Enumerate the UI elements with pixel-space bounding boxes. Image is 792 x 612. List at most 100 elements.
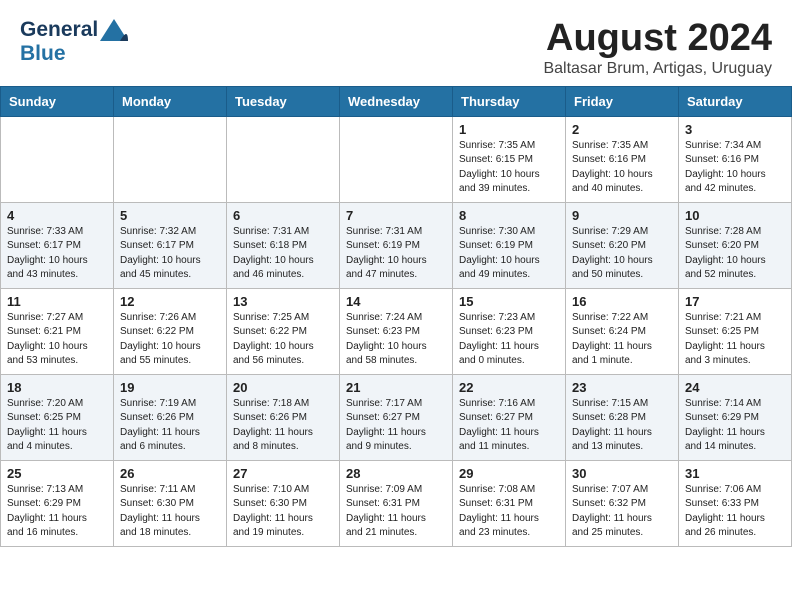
day-info: Sunrise: 7:33 AM Sunset: 6:17 PM Dayligh…	[7, 225, 107, 283]
calendar-header-row: Sunday Monday Tuesday Wednesday Thursday…	[1, 86, 792, 116]
day-info: Sunrise: 7:34 AM Sunset: 6:16 PM Dayligh…	[685, 139, 785, 197]
day-info: Sunrise: 7:08 AM Sunset: 6:31 PM Dayligh…	[459, 483, 559, 541]
day-number: 19	[120, 380, 220, 395]
day-info: Sunrise: 7:28 AM Sunset: 6:20 PM Dayligh…	[685, 225, 785, 283]
col-wednesday: Wednesday	[340, 86, 453, 116]
logo-blue-text: Blue	[20, 42, 66, 66]
table-row: 9 Sunrise: 7:29 AM Sunset: 6:20 PM Daylig…	[566, 202, 679, 288]
table-row: 18 Sunrise: 7:20 AM Sunset: 6:25 PM Dayli…	[1, 374, 114, 460]
day-info: Sunrise: 7:09 AM Sunset: 6:31 PM Dayligh…	[346, 483, 446, 541]
table-row: 25 Sunrise: 7:13 AM Sunset: 6:29 PM Dayli…	[1, 460, 114, 546]
day-number: 10	[685, 208, 785, 223]
calendar-week-row: 1Sunrise: 7:35 AM Sunset: 6:15 PM Daylig…	[1, 116, 792, 202]
col-sunday: Sunday	[1, 86, 114, 116]
logo-icon	[100, 19, 128, 41]
day-info: Sunrise: 7:25 AM Sunset: 6:22 PM Dayligh…	[233, 311, 333, 369]
day-number: 14	[346, 294, 446, 309]
table-row: 10 Sunrise: 7:28 AM Sunset: 6:20 PM Dayli…	[679, 202, 792, 288]
header: General Blue August 2024 Baltasar Brum, …	[0, 0, 792, 86]
table-row: 20 Sunrise: 7:18 AM Sunset: 6:26 PM Dayli…	[227, 374, 340, 460]
day-info: Sunrise: 7:16 AM Sunset: 6:27 PM Dayligh…	[459, 397, 559, 455]
day-number: 21	[346, 380, 446, 395]
day-info: Sunrise: 7:13 AM Sunset: 6:29 PM Dayligh…	[7, 483, 107, 541]
calendar-week-row: 4 Sunrise: 7:33 AM Sunset: 6:17 PM Daylig…	[1, 202, 792, 288]
table-row: 5 Sunrise: 7:32 AM Sunset: 6:17 PM Daylig…	[114, 202, 227, 288]
day-info: Sunrise: 7:18 AM Sunset: 6:26 PM Dayligh…	[233, 397, 333, 455]
day-number: 5	[120, 208, 220, 223]
table-row: 3 Sunrise: 7:34 AM Sunset: 6:16 PM Daylig…	[679, 116, 792, 202]
table-row: 23 Sunrise: 7:15 AM Sunset: 6:28 PM Dayli…	[566, 374, 679, 460]
day-info: Sunrise: 7:22 AM Sunset: 6:24 PM Dayligh…	[572, 311, 672, 369]
day-info: Sunrise: 7:15 AM Sunset: 6:28 PM Dayligh…	[572, 397, 672, 455]
calendar-week-row: 11 Sunrise: 7:27 AM Sunset: 6:21 PM Dayli…	[1, 288, 792, 374]
table-row: 14 Sunrise: 7:24 AM Sunset: 6:23 PM Dayli…	[340, 288, 453, 374]
table-row	[340, 116, 453, 202]
day-number: 20	[233, 380, 333, 395]
month-title: August 2024	[543, 18, 772, 60]
table-row: 17Sunrise: 7:21 AM Sunset: 6:25 PM Dayli…	[679, 288, 792, 374]
day-number: 7	[346, 208, 446, 223]
day-number: 30	[572, 466, 672, 481]
day-number: 3	[685, 122, 785, 137]
day-number: 4	[7, 208, 107, 223]
day-number: 24	[685, 380, 785, 395]
day-number: 25	[7, 466, 107, 481]
day-number: 6	[233, 208, 333, 223]
table-row: 13 Sunrise: 7:25 AM Sunset: 6:22 PM Dayli…	[227, 288, 340, 374]
day-info: Sunrise: 7:06 AM Sunset: 6:33 PM Dayligh…	[685, 483, 785, 541]
table-row: 15 Sunrise: 7:23 AM Sunset: 6:23 PM Dayli…	[453, 288, 566, 374]
table-row: 6 Sunrise: 7:31 AM Sunset: 6:18 PM Daylig…	[227, 202, 340, 288]
day-number: 28	[346, 466, 446, 481]
location-subtitle: Baltasar Brum, Artigas, Uruguay	[543, 60, 772, 78]
table-row: 7 Sunrise: 7:31 AM Sunset: 6:19 PM Daylig…	[340, 202, 453, 288]
col-thursday: Thursday	[453, 86, 566, 116]
table-row: 28 Sunrise: 7:09 AM Sunset: 6:31 PM Dayli…	[340, 460, 453, 546]
day-info: Sunrise: 7:32 AM Sunset: 6:17 PM Dayligh…	[120, 225, 220, 283]
day-number: 16	[572, 294, 672, 309]
day-info: Sunrise: 7:07 AM Sunset: 6:32 PM Dayligh…	[572, 483, 672, 541]
day-info: Sunrise: 7:20 AM Sunset: 6:25 PM Dayligh…	[7, 397, 107, 455]
col-tuesday: Tuesday	[227, 86, 340, 116]
table-row: 8 Sunrise: 7:30 AM Sunset: 6:19 PM Daylig…	[453, 202, 566, 288]
day-number: 18	[7, 380, 107, 395]
calendar-table: Sunday Monday Tuesday Wednesday Thursday…	[0, 86, 792, 547]
day-number: 11	[7, 294, 107, 309]
day-info: Sunrise: 7:17 AM Sunset: 6:27 PM Dayligh…	[346, 397, 446, 455]
table-row: 16 Sunrise: 7:22 AM Sunset: 6:24 PM Dayli…	[566, 288, 679, 374]
day-number: 8	[459, 208, 559, 223]
day-number: 23	[572, 380, 672, 395]
table-row: 21 Sunrise: 7:17 AM Sunset: 6:27 PM Dayli…	[340, 374, 453, 460]
day-info: Sunrise: 7:35 AM Sunset: 6:16 PM Dayligh…	[572, 139, 672, 197]
day-info: Sunrise: 7:24 AM Sunset: 6:23 PM Dayligh…	[346, 311, 446, 369]
day-number: 2	[572, 122, 672, 137]
day-number: 9	[572, 208, 672, 223]
table-row: 22 Sunrise: 7:16 AM Sunset: 6:27 PM Dayli…	[453, 374, 566, 460]
table-row: 31Sunrise: 7:06 AM Sunset: 6:33 PM Dayli…	[679, 460, 792, 546]
table-row: 29Sunrise: 7:08 AM Sunset: 6:31 PM Dayli…	[453, 460, 566, 546]
day-number: 13	[233, 294, 333, 309]
logo-general-text: General	[20, 18, 98, 42]
day-info: Sunrise: 7:35 AM Sunset: 6:15 PM Dayligh…	[459, 139, 559, 197]
calendar-week-row: 25 Sunrise: 7:13 AM Sunset: 6:29 PM Dayli…	[1, 460, 792, 546]
day-info: Sunrise: 7:31 AM Sunset: 6:19 PM Dayligh…	[346, 225, 446, 283]
day-info: Sunrise: 7:30 AM Sunset: 6:19 PM Dayligh…	[459, 225, 559, 283]
col-monday: Monday	[114, 86, 227, 116]
day-number: 15	[459, 294, 559, 309]
title-area: August 2024 Baltasar Brum, Artigas, Urug…	[543, 18, 772, 78]
table-row: 1Sunrise: 7:35 AM Sunset: 6:15 PM Daylig…	[453, 116, 566, 202]
day-number: 22	[459, 380, 559, 395]
day-info: Sunrise: 7:11 AM Sunset: 6:30 PM Dayligh…	[120, 483, 220, 541]
day-info: Sunrise: 7:27 AM Sunset: 6:21 PM Dayligh…	[7, 311, 107, 369]
col-friday: Friday	[566, 86, 679, 116]
day-info: Sunrise: 7:19 AM Sunset: 6:26 PM Dayligh…	[120, 397, 220, 455]
day-info: Sunrise: 7:23 AM Sunset: 6:23 PM Dayligh…	[459, 311, 559, 369]
table-row: 26Sunrise: 7:11 AM Sunset: 6:30 PM Dayli…	[114, 460, 227, 546]
table-row: 24Sunrise: 7:14 AM Sunset: 6:29 PM Dayli…	[679, 374, 792, 460]
day-info: Sunrise: 7:31 AM Sunset: 6:18 PM Dayligh…	[233, 225, 333, 283]
page: General Blue August 2024 Baltasar Brum, …	[0, 0, 792, 547]
table-row: 30 Sunrise: 7:07 AM Sunset: 6:32 PM Dayli…	[566, 460, 679, 546]
day-number: 27	[233, 466, 333, 481]
table-row: 12Sunrise: 7:26 AM Sunset: 6:22 PM Dayli…	[114, 288, 227, 374]
table-row: 11 Sunrise: 7:27 AM Sunset: 6:21 PM Dayli…	[1, 288, 114, 374]
day-info: Sunrise: 7:29 AM Sunset: 6:20 PM Dayligh…	[572, 225, 672, 283]
